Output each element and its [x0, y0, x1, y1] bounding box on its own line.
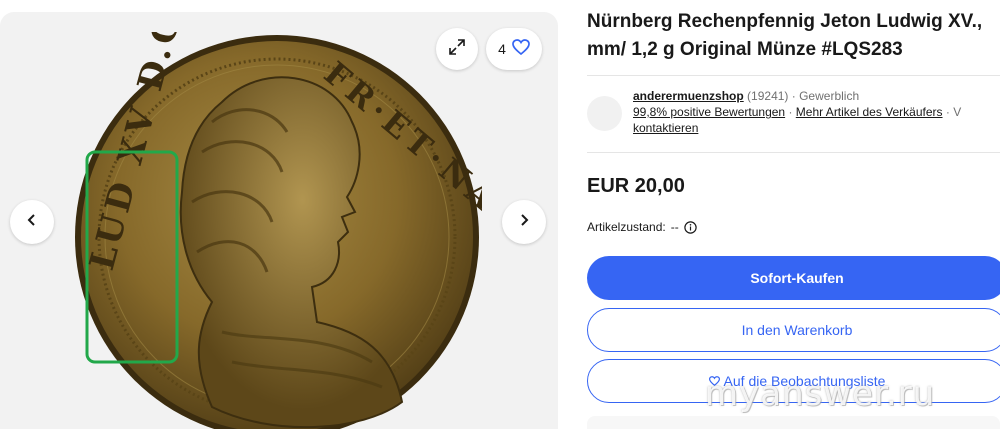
heart-icon — [708, 373, 720, 389]
listing-title-line2: mm/ 1,2 g Original Münze #LQS283 — [587, 39, 903, 60]
heart-icon — [512, 38, 530, 60]
more-items-link[interactable]: Mehr Artikel des Verkäufers — [796, 105, 943, 119]
condition-label: Artikelzustand: — [587, 220, 666, 234]
divider — [587, 152, 1000, 153]
add-to-watchlist-button[interactable]: Auf die Beobachtungsliste — [587, 359, 1000, 403]
listing-title-line1: Nürnberg Rechenpfennig Jeton Ludwig XV., — [587, 11, 983, 32]
watch-button[interactable]: 4 — [486, 28, 542, 70]
chevron-left-icon — [25, 213, 39, 232]
image-gallery: LUD XV D.G. FR·ET·NA·REX 4 — [0, 12, 558, 429]
separator: · V — [945, 105, 962, 119]
seller-info: anderermuenzshop (19241) · Gewerblich 99… — [633, 88, 1000, 136]
watchlist-label: Auf die Beobachtungsliste — [723, 373, 886, 389]
seller-type: · Gewerblich — [791, 89, 860, 103]
condition-value: -- — [670, 220, 679, 234]
chevron-right-icon — [517, 213, 531, 232]
watch-count: 4 — [498, 41, 506, 57]
info-icon[interactable] — [684, 220, 697, 234]
item-condition: Artikelzustand: -- — [587, 220, 697, 234]
price: EUR 20,00 — [587, 175, 685, 197]
listing-title: Nürnberg Rechenpfennig Jeton Ludwig XV.,… — [587, 8, 1000, 64]
coin-image[interactable]: LUD XV D.G. FR·ET·NA·REX — [72, 32, 482, 429]
positive-feedback-link[interactable]: 99,8% positive Bewertungen — [633, 105, 785, 119]
seller-name-link[interactable]: anderermuenzshop — [633, 89, 744, 103]
expand-button[interactable] — [436, 28, 478, 70]
bottom-section — [587, 416, 1000, 429]
separator: · — [788, 105, 793, 119]
seller-feedback-count: (19241) — [747, 89, 789, 103]
next-image-button[interactable] — [502, 200, 546, 244]
contact-seller-link[interactable]: kontaktieren — [633, 121, 698, 135]
divider — [587, 75, 1000, 76]
buy-now-button[interactable]: Sofort-Kaufen — [587, 256, 1000, 300]
listing-panel: Nürnberg Rechenpfennig Jeton Ludwig XV.,… — [587, 0, 1000, 429]
add-to-cart-button[interactable]: In den Warenkorb — [587, 308, 1000, 352]
previous-image-button[interactable] — [10, 200, 54, 244]
avatar[interactable] — [587, 96, 622, 131]
expand-icon — [448, 38, 466, 61]
